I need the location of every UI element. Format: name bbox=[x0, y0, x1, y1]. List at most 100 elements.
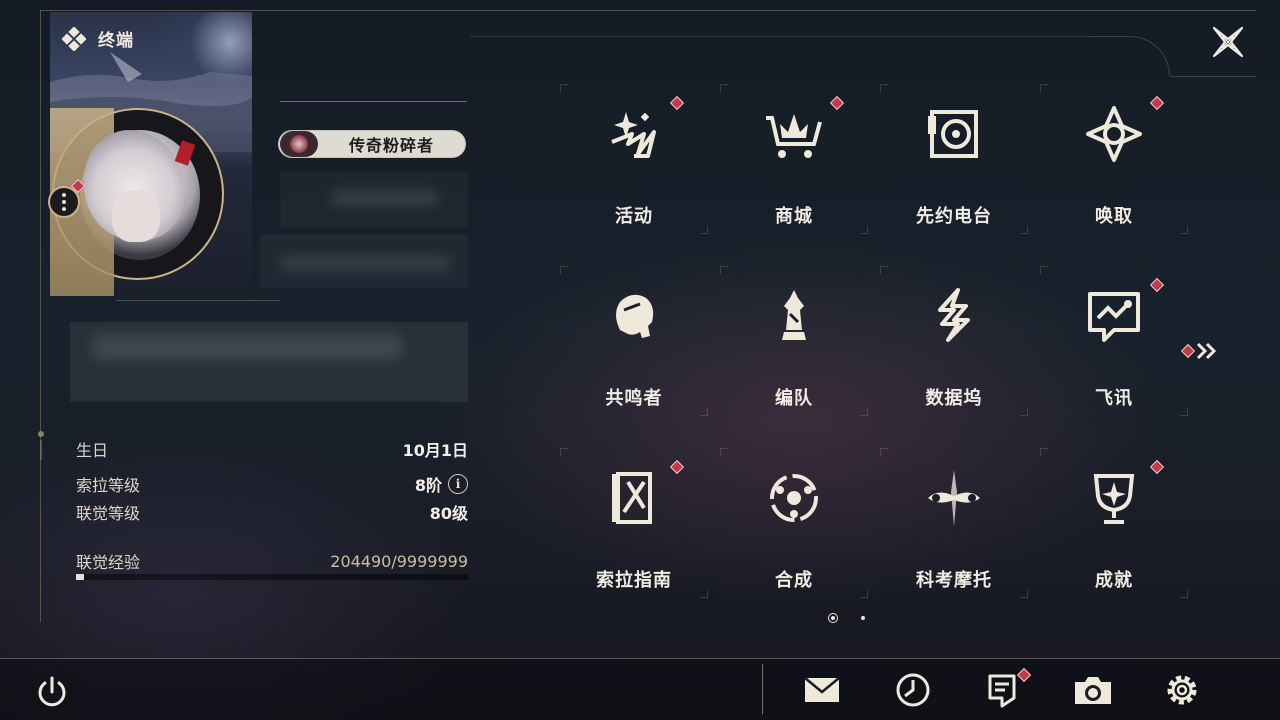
frame-right-line bbox=[1170, 76, 1256, 77]
menu-item-messages[interactable]: 飞讯 bbox=[1040, 266, 1188, 416]
menu-item-shop[interactable]: 商城 bbox=[720, 84, 868, 234]
menu-item-label: 索拉指南 bbox=[596, 570, 672, 591]
menu-item-synthesis[interactable]: 合成 bbox=[720, 448, 868, 598]
menu-item-guidebook[interactable]: 索拉指南 bbox=[560, 448, 708, 598]
menu-item-label: 飞讯 bbox=[1095, 388, 1133, 409]
trophy-icon bbox=[1093, 474, 1135, 524]
more-dot bbox=[62, 207, 66, 211]
settings-button[interactable] bbox=[1160, 668, 1204, 712]
grid-corner bbox=[560, 266, 568, 274]
grid-corner bbox=[1040, 448, 1048, 456]
avatar-face bbox=[112, 190, 160, 242]
bottom-bar-divider bbox=[0, 658, 1280, 659]
menu-item-achievements[interactable]: 成就 bbox=[1040, 448, 1188, 598]
power-button[interactable] bbox=[32, 672, 72, 712]
page-indicator bbox=[826, 612, 876, 624]
menu-item-label: 商城 bbox=[775, 206, 813, 227]
resonator-icon bbox=[616, 294, 654, 338]
page-dot-active[interactable] bbox=[828, 613, 838, 623]
mail-icon bbox=[804, 677, 840, 702]
close-button[interactable] bbox=[1208, 22, 1248, 62]
chess-icon bbox=[782, 290, 806, 340]
notice-button[interactable] bbox=[980, 667, 1032, 712]
chat-icon bbox=[1088, 292, 1140, 342]
menu-item-label: 数据坞 bbox=[925, 388, 983, 409]
stat-row-union-exp: 联觉经验 204490/9999999 bbox=[76, 548, 468, 574]
menu-item-convene[interactable]: 唤取 bbox=[1040, 84, 1188, 234]
sparkle-icon bbox=[611, 112, 656, 158]
profile-divider bbox=[116, 300, 280, 301]
grid-corner bbox=[1040, 84, 1048, 92]
guidebook-icon bbox=[612, 472, 652, 524]
info-icon[interactable]: i bbox=[448, 474, 468, 494]
camera-icon bbox=[1075, 677, 1111, 704]
more-vertical-icon bbox=[62, 193, 66, 197]
stat-value-group: 8阶 i bbox=[415, 472, 468, 496]
player-name-blur bbox=[330, 190, 440, 206]
bottom-bar-separator bbox=[762, 664, 763, 714]
menu-item-label: 活动 bbox=[615, 206, 653, 227]
menu-item-label: 共鸣者 bbox=[605, 388, 663, 409]
page-dot-core bbox=[831, 616, 835, 620]
menu-badge bbox=[669, 459, 685, 475]
radio-icon bbox=[928, 110, 978, 158]
menu-item-label: 唤取 bbox=[1095, 206, 1133, 227]
motorcycle-icon bbox=[928, 470, 980, 526]
grid-corner bbox=[560, 448, 568, 456]
clock-icon bbox=[896, 673, 930, 707]
menu-item-motorcycle[interactable]: 科考摩托 bbox=[880, 448, 1028, 598]
frame-top-line bbox=[40, 10, 1256, 11]
grid-corner bbox=[720, 84, 728, 92]
page-dot[interactable] bbox=[861, 616, 865, 620]
menu-item-events[interactable]: 活动 bbox=[560, 84, 708, 234]
grid-corner bbox=[880, 266, 888, 274]
player-title-badge[interactable]: 传奇粉碎者 bbox=[278, 130, 466, 158]
player-signature-blur bbox=[92, 334, 402, 360]
frame-curve-line bbox=[470, 36, 1090, 37]
synthesis-icon bbox=[770, 474, 818, 522]
menu-badge bbox=[1149, 459, 1165, 475]
data-bank-icon bbox=[938, 288, 970, 342]
power-icon bbox=[38, 676, 66, 707]
menu-item-label: 先约电台 bbox=[916, 206, 992, 227]
player-title-text: 传奇粉碎者 bbox=[348, 136, 434, 155]
mail-button[interactable] bbox=[800, 668, 844, 712]
next-page-button[interactable] bbox=[1180, 340, 1224, 362]
exp-progress-fill bbox=[76, 574, 84, 580]
stat-value: 10月1日 bbox=[402, 441, 468, 460]
title-emblem bbox=[290, 135, 308, 153]
menu-badge bbox=[829, 95, 845, 111]
menu-badge bbox=[1149, 277, 1165, 293]
left-ornament bbox=[38, 431, 44, 460]
shop-cart-icon bbox=[766, 114, 822, 158]
menu-item-label: 编队 bbox=[775, 388, 813, 409]
grid-corner bbox=[560, 84, 568, 92]
title-divider bbox=[280, 101, 467, 102]
terminal-header: 终端 bbox=[62, 26, 134, 51]
menu-item-radio[interactable]: 先约电台 bbox=[880, 84, 1028, 234]
menu-badge bbox=[669, 95, 685, 111]
menu-badge bbox=[1149, 95, 1165, 111]
exp-label: 联觉经验 bbox=[76, 553, 141, 572]
terminal-diamond-icon bbox=[62, 26, 86, 51]
stat-label: 索拉等级 bbox=[76, 476, 141, 495]
menu-item-label: 合成 bbox=[775, 570, 813, 591]
stat-row-sol-rank: 索拉等级 8阶 i bbox=[76, 471, 468, 497]
player-id-blur bbox=[280, 256, 450, 270]
menu-item-team[interactable]: 编队 bbox=[720, 266, 868, 416]
title-emblem-icon bbox=[280, 131, 318, 157]
function-menu-grid: 活动 商城 先约电台 唤取 共鸣者 编队 数据坞 飞讯 索拉指南 合成 科考摩托… bbox=[560, 84, 1200, 604]
more-dot bbox=[62, 200, 66, 204]
grid-corner bbox=[880, 448, 888, 456]
menu-item-resonators[interactable]: 共鸣者 bbox=[560, 266, 708, 416]
exp-progress-bar bbox=[76, 574, 468, 580]
stat-row-union-level: 联觉等级 80级 bbox=[76, 499, 468, 525]
menu-item-data-bank[interactable]: 数据坞 bbox=[880, 266, 1028, 416]
menu-item-label: 科考摩托 bbox=[916, 570, 992, 591]
camera-button[interactable] bbox=[1071, 668, 1115, 712]
convene-icon bbox=[1086, 106, 1142, 162]
time-button[interactable] bbox=[891, 668, 935, 712]
stat-value: 80级 bbox=[429, 504, 468, 523]
page-title: 终端 bbox=[98, 31, 134, 51]
grid-corner bbox=[880, 84, 888, 92]
